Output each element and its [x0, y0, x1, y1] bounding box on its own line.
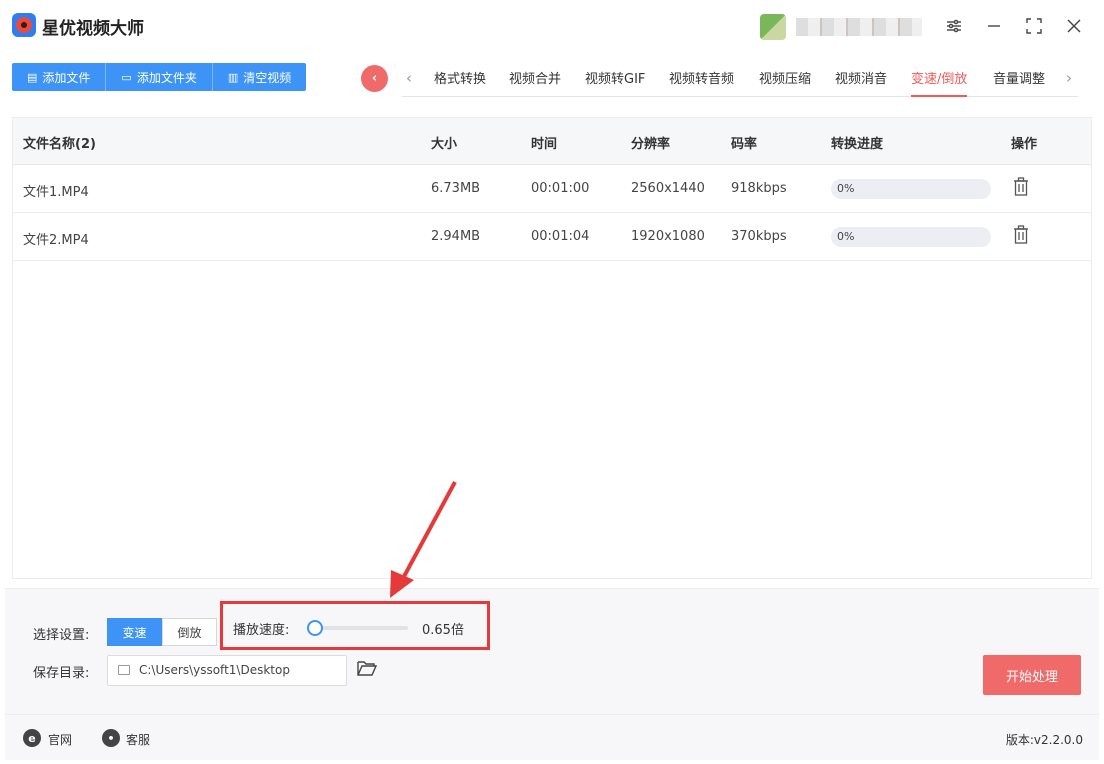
- save-path-input[interactable]: C:\Users\yssoft1\Desktop: [107, 655, 347, 686]
- cell-resolution: 2560x1440: [631, 181, 705, 196]
- speed-highlight-box: 播放速度: 0.65倍: [220, 601, 490, 650]
- cell-bitrate: 918kbps: [731, 181, 787, 196]
- progress-text: 0%: [837, 182, 855, 195]
- header-action: 操作: [1011, 137, 1038, 152]
- speed-slider-handle[interactable]: [306, 620, 323, 636]
- delete-row-icon[interactable]: [1013, 225, 1029, 245]
- tab-video-to-audio[interactable]: 视频转音频: [669, 68, 734, 87]
- header-progress: 转换进度: [831, 137, 884, 152]
- cell-duration: 00:01:00: [531, 181, 590, 196]
- tab-video-compress[interactable]: 视频压缩: [759, 68, 811, 87]
- save-dir-label: 保存目录:: [33, 666, 90, 681]
- save-path-text: C:\Users\yssoft1\Desktop: [139, 663, 290, 677]
- header-size: 大小: [431, 137, 458, 152]
- cell-duration: 00:01:04: [531, 229, 590, 244]
- maximize-icon[interactable]: [1022, 14, 1046, 38]
- progress-bar: 0%: [831, 179, 991, 199]
- close-icon[interactable]: [1062, 14, 1086, 38]
- tab-format-convert[interactable]: 格式转换: [434, 68, 486, 87]
- speed-label: 播放速度:: [233, 623, 290, 638]
- cell-bitrate: 370kbps: [731, 229, 787, 244]
- speed-value: 0.65倍: [422, 623, 464, 638]
- back-icon[interactable]: ‹: [361, 65, 388, 92]
- delete-row-icon[interactable]: [1013, 177, 1029, 197]
- chevron-left-icon[interactable]: ‹: [406, 69, 412, 87]
- clear-video-button[interactable]: ▥ 清空视频: [212, 63, 307, 91]
- support-link[interactable]: 客服: [126, 731, 150, 748]
- header-resolution: 分辨率: [631, 137, 671, 152]
- folder-small-icon: [118, 665, 130, 675]
- trash-icon: ▥: [227, 70, 239, 84]
- folder-icon: ▭: [121, 70, 132, 84]
- table-row[interactable]: 文件1.MP4 6.73MB 00:01:00 2560x1440 918kbp…: [13, 165, 1091, 213]
- cell-size: 2.94MB: [431, 229, 481, 244]
- progress-bar: 0%: [831, 227, 991, 247]
- chevron-right-icon[interactable]: ›: [1066, 69, 1072, 87]
- settings-panel: 选择设置: 变速 倒放 播放速度: 0.65倍 保存目录: C:\Users\y…: [5, 588, 1099, 714]
- mode-reverse-button[interactable]: 倒放: [162, 618, 217, 646]
- add-file-button[interactable]: ▤ 添加文件: [12, 63, 107, 91]
- minimize-icon[interactable]: [982, 14, 1006, 38]
- cell-name: 文件1.MP4: [23, 185, 89, 200]
- file-table: 文件名称(2) 大小 时间 分辨率 码率 转换进度 操作 文件1.MP4 6.7…: [12, 117, 1092, 579]
- feature-tabs: ‹ 格式转换 视频合并 视频转GIF 视频转音频 视频压缩 视频消音 变速/倒放…: [402, 61, 1078, 97]
- tab-speed-reverse[interactable]: 变速/倒放: [911, 68, 968, 97]
- header-name: 文件名称(2): [23, 137, 96, 152]
- table-row[interactable]: 文件2.MP4 2.94MB 00:01:04 1920x1080 370kbp…: [13, 213, 1091, 261]
- title-bar: 星优视频大师: [0, 0, 1104, 52]
- app-title: 星优视频大师: [42, 19, 144, 39]
- user-avatar[interactable]: [760, 14, 786, 40]
- tab-volume-adjust[interactable]: 音量调整: [993, 68, 1045, 87]
- sliders-icon[interactable]: [942, 14, 966, 38]
- add-folder-button[interactable]: ▭ 添加文件夹: [106, 63, 213, 91]
- mode-label: 选择设置:: [33, 628, 90, 643]
- app-logo-icon: [12, 13, 36, 37]
- speed-slider[interactable]: [306, 620, 408, 636]
- user-name-blurred[interactable]: [796, 18, 922, 36]
- file-toolbar: ▤ 添加文件 ▭ 添加文件夹 ▥ 清空视频: [12, 63, 307, 91]
- file-icon: ▤: [27, 70, 38, 84]
- website-link[interactable]: 官网: [48, 731, 72, 748]
- version-text: 版本:v2.2.0.0: [1005, 733, 1083, 747]
- mode-speed-button[interactable]: 变速: [107, 618, 162, 646]
- website-icon[interactable]: e: [23, 729, 41, 747]
- table-header: 文件名称(2) 大小 时间 分辨率 码率 转换进度 操作: [13, 118, 1091, 165]
- tab-video-merge[interactable]: 视频合并: [509, 68, 561, 87]
- open-folder-icon[interactable]: [357, 660, 378, 677]
- mode-selector: 变速 倒放: [107, 618, 217, 646]
- header-bitrate: 码率: [731, 137, 758, 152]
- start-process-button[interactable]: 开始处理: [983, 655, 1081, 695]
- cell-resolution: 1920x1080: [631, 229, 705, 244]
- tab-video-to-gif[interactable]: 视频转GIF: [585, 68, 645, 87]
- tab-video-mute[interactable]: 视频消音: [835, 68, 887, 87]
- progress-text: 0%: [837, 230, 855, 243]
- cell-size: 6.73MB: [431, 181, 481, 196]
- footer-bar: e 官网 • 客服 版本:v2.2.0.0: [5, 714, 1099, 760]
- chat-icon[interactable]: •: [102, 729, 120, 747]
- cell-name: 文件2.MP4: [23, 233, 89, 248]
- header-duration: 时间: [531, 137, 558, 152]
